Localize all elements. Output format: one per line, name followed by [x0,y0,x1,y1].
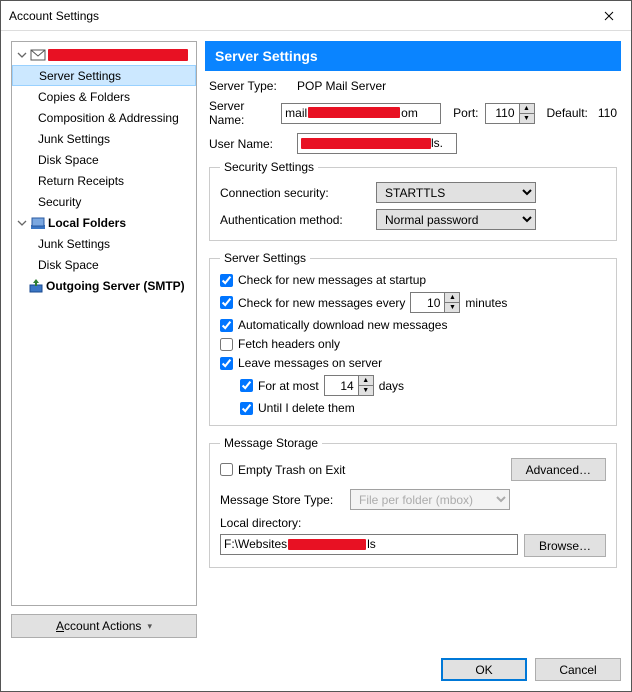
tree-receipts[interactable]: Return Receipts [12,170,196,191]
port-spinner[interactable]: ▲▼ [485,103,535,124]
security-legend: Security Settings [220,160,318,174]
spinner-buttons[interactable]: ▲▼ [444,292,460,313]
server-name-input[interactable] [281,103,441,124]
auth-method-select[interactable]: Normal password [376,209,536,230]
chevron-down-icon[interactable] [16,217,28,229]
dropdown-icon: ▾ [147,621,152,632]
check-every-label: Check for new messages every [238,296,405,310]
tree-lf-junk[interactable]: Junk Settings [12,233,196,254]
chevron-down-icon[interactable] [16,49,28,61]
server-legend: Server Settings [220,251,310,265]
panel-content: Server Type: POP Mail Server Server Name… [205,71,621,638]
empty-trash-checkbox[interactable] [220,463,233,476]
storage-legend: Message Storage [220,436,322,450]
close-button[interactable] [587,1,631,31]
tree-label: Outgoing Server (SMTP) [46,279,185,293]
until-delete-label: Until I delete them [258,401,355,415]
panel-heading: Server Settings [205,41,621,71]
local-dir-label: Local directory: [220,516,606,530]
auth-method-label: Authentication method: [220,213,370,227]
server-settings-group: Server Settings Check for new messages a… [209,251,617,426]
tree-label: Disk Space [38,153,99,167]
tree-label: Local Folders [48,216,126,230]
check-every-spinner[interactable]: ▲▼ [410,292,460,313]
window-title: Account Settings [9,9,587,23]
browse-button[interactable]: Browse… [524,534,606,557]
for-at-most-checkbox[interactable] [240,379,253,392]
leave-server-label: Leave messages on server [238,356,382,370]
port-input[interactable] [485,103,519,124]
store-type-label: Message Store Type: [220,493,344,507]
days-spinner[interactable]: ▲▼ [324,375,374,396]
account-actions-button[interactable]: Account Actions ▾ [11,614,197,638]
server-type-value: POP Mail Server [297,79,386,93]
for-at-most-label: For at most [258,379,319,393]
leave-server-checkbox[interactable] [220,357,233,370]
tree-lf-disk[interactable]: Disk Space [12,254,196,275]
spinner-buttons[interactable]: ▲▼ [358,375,374,396]
dialog-footer: OK Cancel [1,648,631,691]
security-settings-group: Security Settings Connection security: S… [209,160,617,241]
dialog-body: Server Settings Copies & Folders Composi… [1,31,631,648]
tree-account-root[interactable] [12,44,196,65]
minutes-label: minutes [465,296,507,310]
local-dir-input[interactable] [220,534,518,555]
mail-account-icon [30,47,46,63]
tree-copies-folders[interactable]: Copies & Folders [12,86,196,107]
user-name-input[interactable] [297,133,457,154]
close-icon [604,11,614,21]
tree-disk[interactable]: Disk Space [12,149,196,170]
check-startup-checkbox[interactable] [220,274,233,287]
server-type-label: Server Type: [209,79,291,93]
outgoing-server-icon [28,278,44,294]
tree-label: Return Receipts [38,174,124,188]
tree-label: Disk Space [38,258,99,272]
days-label: days [379,379,404,393]
default-label: Default: [547,106,588,120]
tree-server-settings[interactable]: Server Settings [12,65,196,86]
titlebar: Account Settings [1,1,631,31]
check-every-checkbox[interactable] [220,296,233,309]
tree-junk[interactable]: Junk Settings [12,128,196,149]
local-folders-icon [30,215,46,231]
tree-security[interactable]: Security [12,191,196,212]
check-startup-label: Check for new messages at startup [238,273,426,287]
check-every-input[interactable] [410,292,444,313]
tree-label: Junk Settings [38,237,110,251]
port-label: Port: [453,106,478,120]
tree-label: Copies & Folders [38,90,130,104]
spinner-buttons[interactable]: ▲▼ [519,103,535,124]
ok-button[interactable]: OK [441,658,527,681]
tree-label: Junk Settings [38,132,110,146]
main-panel: Server Settings Server Type: POP Mail Se… [205,41,621,638]
account-tree[interactable]: Server Settings Copies & Folders Composi… [11,41,197,606]
tree-local-folders[interactable]: Local Folders [12,212,196,233]
fetch-headers-label: Fetch headers only [238,337,340,351]
tree-outgoing[interactable]: Outgoing Server (SMTP) [12,275,196,296]
fetch-headers-checkbox[interactable] [220,338,233,351]
user-name-label: User Name: [209,137,291,151]
message-storage-group: Message Storage Empty Trash on Exit Adva… [209,436,617,568]
empty-trash-label: Empty Trash on Exit [238,463,345,477]
tree-composition[interactable]: Composition & Addressing [12,107,196,128]
tree-label: Composition & Addressing [38,111,179,125]
store-type-select: File per folder (mbox) [350,489,510,510]
days-input[interactable] [324,375,358,396]
tree-label: Server Settings [39,69,121,83]
account-settings-window: Account Settings Server Settings [0,0,632,692]
default-value: 110 [598,106,617,120]
server-name-label: Server Name: [209,99,275,127]
auto-download-checkbox[interactable] [220,319,233,332]
sidebar: Server Settings Copies & Folders Composi… [11,41,197,638]
conn-security-label: Connection security: [220,186,370,200]
account-name-redacted [48,49,188,61]
cancel-button[interactable]: Cancel [535,658,621,681]
conn-security-select[interactable]: STARTTLS [376,182,536,203]
account-actions-label: Account Actions [56,619,141,633]
until-delete-checkbox[interactable] [240,402,253,415]
auto-download-label: Automatically download new messages [238,318,447,332]
advanced-button[interactable]: Advanced… [511,458,606,481]
tree-label: Security [38,195,81,209]
